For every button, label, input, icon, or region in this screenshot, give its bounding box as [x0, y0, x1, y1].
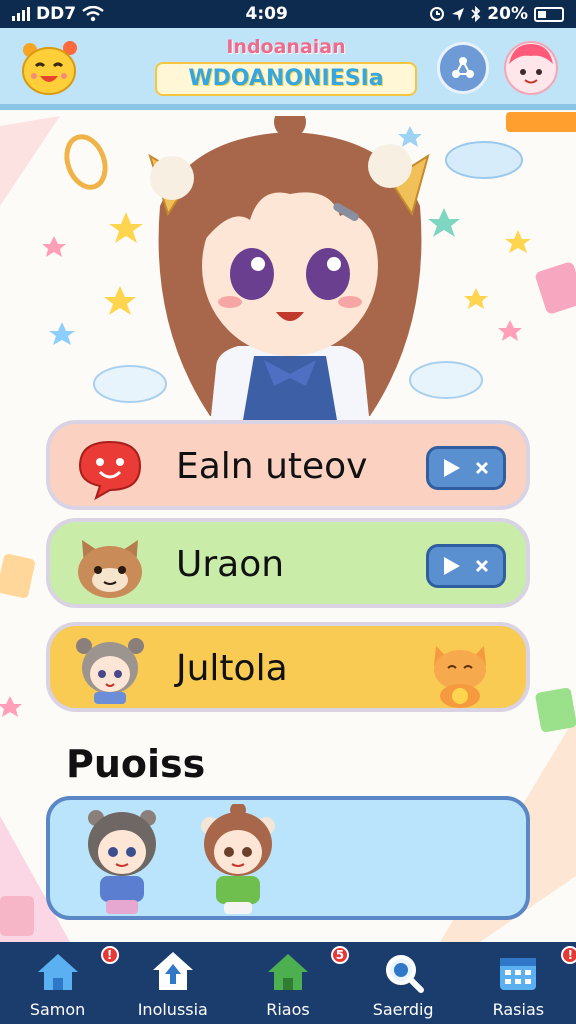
- nav-item-rasias[interactable]: ! Rasias: [463, 946, 576, 1019]
- share-button[interactable]: [437, 42, 489, 94]
- menu-item-row-2[interactable]: Uraon: [46, 518, 530, 608]
- nav-label: Rasias: [492, 1000, 545, 1019]
- location-icon: [452, 8, 465, 21]
- notification-badge: !: [100, 946, 119, 964]
- app-header: Indoanaian WDOANONIESIa: [0, 28, 576, 110]
- signal-icon: [12, 7, 30, 21]
- menu-item-label: Jultola: [176, 648, 288, 689]
- app-title: WDOANONIESIa: [155, 62, 417, 96]
- nav-label: Samon: [29, 1000, 86, 1019]
- menu-item-row-3[interactable]: Jultola: [46, 622, 530, 712]
- share-icon: [452, 57, 474, 78]
- yellow-mascot-icon[interactable]: [18, 38, 80, 96]
- nav-label: Riaos: [266, 1000, 310, 1019]
- battery-percent: 20%: [487, 4, 528, 24]
- app-subtitle: Indoanaian: [226, 36, 346, 58]
- bottom-navigation: ! Samon Inolussia 5 Riaos Saerdig ! Rasi…: [0, 942, 576, 1024]
- green-house-icon: [267, 954, 308, 990]
- nav-item-search[interactable]: Saerdig: [348, 950, 458, 1019]
- carrier-label: DD7: [36, 4, 77, 24]
- skip-icon: [475, 461, 489, 475]
- menu-item-row-1[interactable]: Ealn uteov: [46, 420, 530, 510]
- skip-icon: [475, 559, 489, 573]
- hero-character-illustration: [64, 116, 523, 426]
- notification-badge: !: [561, 946, 576, 964]
- section-title: Puoiss: [66, 742, 206, 786]
- play-icon: [444, 459, 460, 477]
- nav-item-inolussia[interactable]: Inolussia: [118, 950, 228, 1019]
- wifi-icon: [82, 6, 104, 22]
- clock: 4:09: [245, 4, 288, 24]
- menu-item-label: Ealn uteov: [176, 446, 368, 487]
- play-button[interactable]: [426, 446, 506, 490]
- chibi-girl-icon: [76, 638, 144, 704]
- orange-cat-icon: [434, 646, 486, 708]
- nav-item-home[interactable]: ! Samon: [3, 946, 119, 1019]
- notification-badge: 5: [330, 946, 349, 964]
- home-icon: [37, 954, 78, 990]
- bluetooth-icon: [471, 6, 481, 22]
- battery-icon: [534, 6, 564, 22]
- play-button[interactable]: [426, 544, 506, 588]
- search-icon: [386, 955, 425, 993]
- red-chat-bubble-icon: [78, 440, 142, 501]
- gray-hair-character-avatar: [88, 810, 156, 914]
- menu-item-label: Uraon: [176, 544, 285, 585]
- nav-item-riaos[interactable]: 5 Riaos: [233, 946, 349, 1019]
- cat-face-icon: [78, 540, 142, 598]
- profile-avatar-icon[interactable]: [503, 40, 559, 96]
- calendar-icon: [500, 958, 537, 990]
- nav-label: Saerdig: [372, 1000, 434, 1019]
- house-arrow-icon: [152, 952, 193, 990]
- nav-label: Inolussia: [137, 1000, 208, 1019]
- play-icon: [444, 557, 460, 575]
- brown-hair-character-avatar: [201, 804, 275, 914]
- party-card[interactable]: [46, 796, 530, 920]
- alarm-icon: [430, 7, 445, 21]
- status-bar: DD7 4:09 20%: [0, 0, 576, 28]
